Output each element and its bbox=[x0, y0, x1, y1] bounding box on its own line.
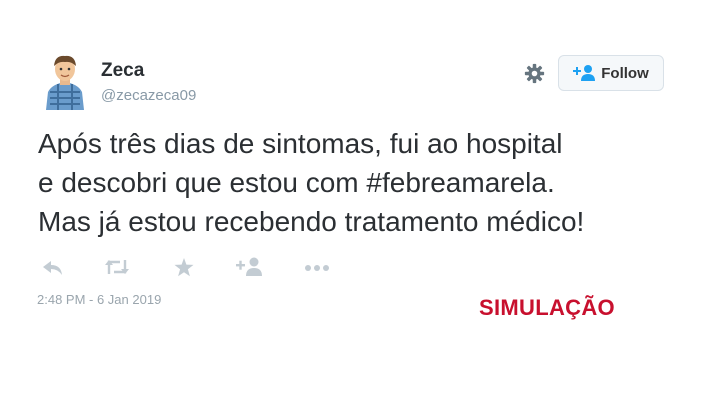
follow-icon[interactable] bbox=[236, 257, 264, 276]
retweet-icon[interactable] bbox=[104, 258, 130, 276]
gear-icon[interactable] bbox=[524, 63, 545, 84]
author-name[interactable]: Zeca bbox=[101, 60, 144, 82]
follow-button-label: Follow bbox=[601, 64, 649, 82]
follow-person-plus-icon bbox=[573, 65, 596, 81]
reply-icon[interactable] bbox=[42, 260, 64, 276]
tweet-text-line: Após três dias de sintomas, fui ao hospi… bbox=[38, 128, 563, 159]
more-icon[interactable] bbox=[304, 264, 330, 272]
author-handle[interactable]: @zecazeca09 bbox=[101, 87, 196, 104]
simulation-watermark: SIMULAÇÃO bbox=[479, 295, 615, 320]
tweet-card: Zeca @zecazeca09 Follow Após três dias d… bbox=[0, 0, 710, 400]
follow-button[interactable]: Follow bbox=[558, 55, 664, 91]
tweet-text: Após três dias de sintomas, fui ao hospi… bbox=[38, 124, 698, 241]
tweet-text-line: Mas já estou recebendo tratamento médico… bbox=[38, 206, 585, 237]
avatar[interactable] bbox=[40, 52, 90, 110]
tweet-timestamp[interactable]: 2:48 PM - 6 Jan 2019 bbox=[37, 292, 161, 307]
favorite-star-icon[interactable] bbox=[174, 258, 194, 277]
avatar-image bbox=[46, 55, 84, 110]
tweet-text-line: e descobri que estou com #febreamarela. bbox=[38, 167, 555, 198]
